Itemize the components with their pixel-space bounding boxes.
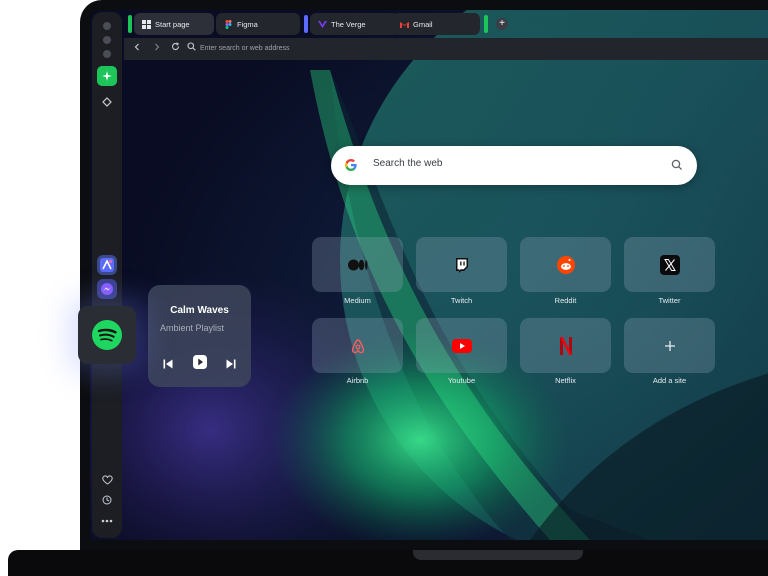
tab-label: The Verge xyxy=(331,19,366,29)
airbnb-icon xyxy=(351,338,364,353)
speed-dial-medium[interactable] xyxy=(312,237,403,292)
speed-dial-label: Airbnb xyxy=(346,376,369,385)
youtube-icon xyxy=(451,338,472,353)
window-close-dot[interactable] xyxy=(103,22,111,30)
sidebar-app-spotify[interactable] xyxy=(78,306,136,364)
speed-dial-youtube[interactable] xyxy=(416,318,507,373)
speed-dial-label: Twitch xyxy=(450,296,473,305)
tab-start-page[interactable]: Start page xyxy=(134,13,214,35)
web-search-box[interactable]: Search the web xyxy=(331,146,697,185)
tab-the-verge[interactable]: The Verge xyxy=(310,13,398,35)
twitch-icon xyxy=(455,257,468,273)
search-placeholder: Search the web xyxy=(373,158,443,169)
sparkle-icon xyxy=(102,71,112,81)
tab-group-accent-green-2 xyxy=(484,15,488,33)
sidebar xyxy=(92,12,122,538)
reddit-icon xyxy=(556,255,575,274)
spotify-icon xyxy=(92,320,122,350)
speed-dial-label: Netflix xyxy=(555,376,576,385)
diamond-icon xyxy=(102,97,112,107)
play-button-icon[interactable] xyxy=(192,355,208,369)
search-icon xyxy=(186,42,196,51)
address-input[interactable]: Enter search or web address xyxy=(200,43,500,55)
heart-icon xyxy=(101,475,113,485)
speed-dial-label: Add a site xyxy=(652,376,687,385)
window-minimize-dot[interactable] xyxy=(103,36,111,44)
more-dots-icon xyxy=(101,519,113,523)
sidebar-app-messenger[interactable] xyxy=(97,279,117,299)
grid-icon xyxy=(142,19,151,29)
address-search-icon-wrap xyxy=(184,42,198,56)
music-subtitle: Ambient Playlist xyxy=(160,323,225,333)
x-icon xyxy=(659,254,680,275)
tab-bar: Start page Figma The Verge Gmail + xyxy=(126,12,768,36)
back-button[interactable] xyxy=(130,42,144,56)
speed-dial-add-site[interactable] xyxy=(624,318,715,373)
verge-icon xyxy=(318,20,327,28)
aria-icon xyxy=(100,258,114,272)
address-bar: Enter search or web address xyxy=(124,38,768,60)
sidebar-history-button[interactable] xyxy=(97,490,117,510)
speed-dial-label: Reddit xyxy=(554,296,577,305)
medium-icon xyxy=(347,259,367,270)
tab-group-accent-blue xyxy=(304,15,308,33)
new-tab-button[interactable]: + xyxy=(496,18,508,30)
sidebar-app-aria[interactable] xyxy=(97,255,117,275)
sidebar-more-button[interactable] xyxy=(97,511,117,531)
messenger-icon xyxy=(101,283,113,295)
laptop-mockup: Start page Figma The Verge Gmail + Enter… xyxy=(0,0,768,576)
speed-dial-twitch[interactable] xyxy=(416,237,507,292)
speed-dial-netflix[interactable] xyxy=(520,318,611,373)
figma-icon xyxy=(225,19,232,29)
speed-dial-label: Youtube xyxy=(447,376,476,385)
tab-label: Gmail xyxy=(413,19,433,29)
speed-dial-reddit[interactable] xyxy=(520,237,611,292)
netflix-icon xyxy=(559,336,572,355)
google-icon xyxy=(345,159,357,171)
chevron-left-icon xyxy=(134,43,139,51)
laptop-notch xyxy=(413,550,583,560)
tab-gmail[interactable]: Gmail xyxy=(392,13,480,35)
speed-dial-label: Medium xyxy=(344,296,371,305)
music-title: Calm Waves xyxy=(170,305,229,316)
clock-icon xyxy=(102,495,112,505)
reload-icon xyxy=(171,42,179,50)
speed-dial-airbnb[interactable] xyxy=(312,318,403,373)
gmail-icon xyxy=(400,21,409,28)
forward-button[interactable] xyxy=(150,42,164,56)
sidebar-favorites-button[interactable] xyxy=(97,470,117,490)
next-track-icon[interactable] xyxy=(225,357,237,371)
chevron-right-icon xyxy=(155,43,160,51)
sidebar-diamond-button[interactable] xyxy=(97,92,117,112)
window-maximize-dot[interactable] xyxy=(103,50,111,58)
sidebar-ai-button[interactable] xyxy=(97,66,117,86)
tab-figma[interactable]: Figma xyxy=(216,13,300,35)
previous-track-icon[interactable] xyxy=(162,357,174,371)
speed-dial-label: Twitter xyxy=(658,296,681,305)
tab-group-accent-green xyxy=(128,15,132,33)
tab-label: Figma xyxy=(237,19,258,29)
reload-button[interactable] xyxy=(168,42,182,56)
laptop-base xyxy=(8,550,768,576)
tab-label: Start page xyxy=(155,19,190,29)
search-icon[interactable] xyxy=(671,159,683,171)
music-player-card: Calm Waves Ambient Playlist xyxy=(148,285,251,387)
speed-dial-twitter[interactable] xyxy=(624,237,715,292)
plus-icon xyxy=(664,340,675,351)
